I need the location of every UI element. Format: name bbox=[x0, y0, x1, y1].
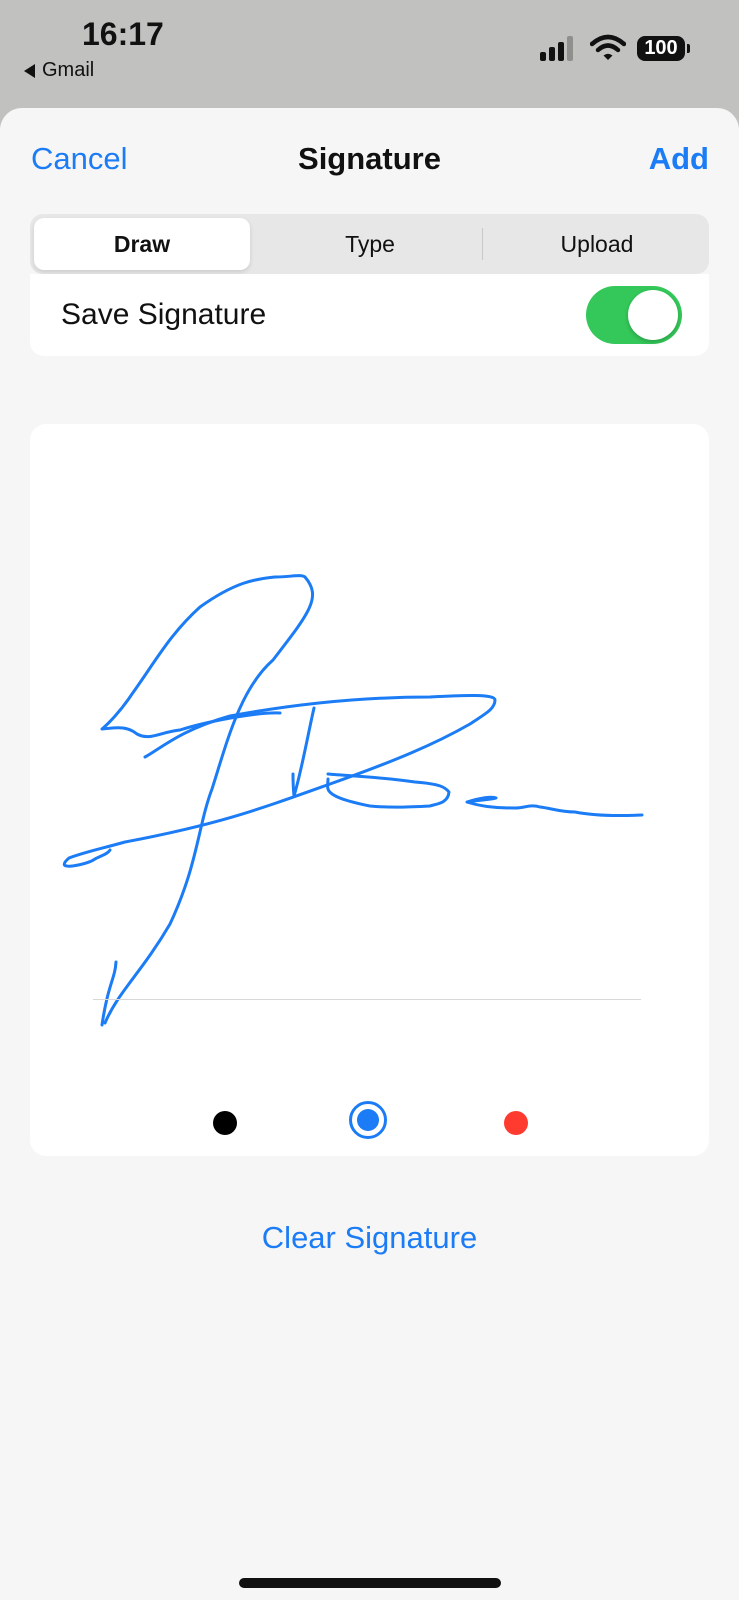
home-indicator bbox=[239, 1578, 501, 1588]
toggle-knob bbox=[628, 290, 678, 340]
segment-upload[interactable]: Upload bbox=[489, 218, 705, 270]
segment-type[interactable]: Type bbox=[262, 218, 478, 270]
signature-baseline bbox=[93, 999, 641, 1000]
status-bar: 16:17 Gmail 100 bbox=[0, 0, 739, 108]
pen-color-black[interactable] bbox=[213, 1111, 237, 1135]
battery-icon: 100 bbox=[637, 36, 685, 61]
cellular-signal-icon bbox=[540, 36, 573, 61]
clear-signature-button[interactable]: Clear Signature bbox=[0, 1220, 739, 1256]
signature-drawing-canvas[interactable] bbox=[30, 424, 709, 1156]
save-signature-toggle[interactable] bbox=[586, 286, 682, 344]
wifi-icon bbox=[590, 34, 626, 60]
save-signature-row: Save Signature bbox=[30, 274, 709, 356]
add-button[interactable]: Add bbox=[649, 141, 709, 177]
save-signature-label: Save Signature bbox=[61, 298, 267, 331]
back-to-app-link[interactable]: Gmail bbox=[24, 59, 94, 82]
pen-color-blue-inner bbox=[357, 1109, 379, 1131]
segment-divider bbox=[482, 228, 483, 260]
signature-mode-segmented-control: Draw Type Upload bbox=[30, 214, 709, 274]
back-app-label: Gmail bbox=[42, 59, 95, 81]
pen-color-blue[interactable] bbox=[349, 1101, 387, 1139]
navigation-bar: Cancel Signature Add bbox=[0, 108, 739, 216]
signature-sheet: Cancel Signature Add Draw Type Upload Sa… bbox=[0, 108, 739, 1600]
segment-draw[interactable]: Draw bbox=[34, 218, 250, 270]
back-triangle-icon bbox=[24, 63, 35, 78]
signature-stroke bbox=[62, 574, 644, 1027]
cancel-button[interactable]: Cancel bbox=[31, 141, 128, 177]
battery-cap bbox=[687, 44, 690, 53]
status-time: 16:17 bbox=[82, 16, 164, 52]
pen-color-red[interactable] bbox=[504, 1111, 528, 1135]
